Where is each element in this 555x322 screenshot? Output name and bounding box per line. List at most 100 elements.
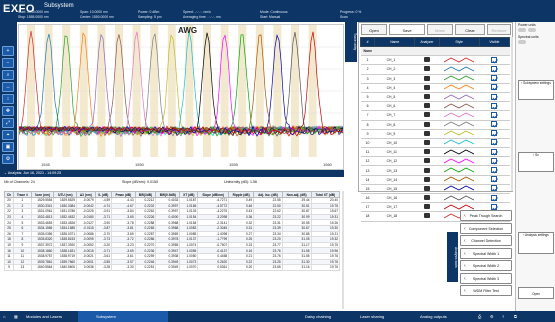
visible-checkbox[interactable] (491, 185, 498, 192)
trace-style-swatch[interactable] (443, 94, 475, 100)
trace-style-swatch[interactable] (443, 185, 475, 191)
analyzer-icon[interactable] (423, 57, 430, 63)
analysis-tools-tab[interactable]: Analysis tools (447, 232, 458, 282)
trace-style-swatch[interactable] (443, 167, 475, 173)
analyzer-icon[interactable] (423, 139, 430, 145)
trace-style-swatch[interactable] (443, 84, 475, 90)
daisy-chaining-tab[interactable]: Daisy chaining (305, 311, 331, 322)
modules-tab[interactable]: Modules and Lasers (26, 311, 62, 322)
visible-checkbox[interactable] (491, 130, 498, 137)
analyzer-icon[interactable] (423, 176, 430, 182)
trace-style-cell[interactable] (439, 74, 480, 84)
trace-style-cell[interactable] (439, 110, 480, 121)
trace-style-swatch[interactable] (443, 121, 475, 127)
trace-row[interactable]: 3 CH_3 (360, 74, 510, 84)
visible-checkbox[interactable] (491, 102, 498, 109)
trace-analyzer-cell[interactable] (414, 202, 440, 213)
trace-style-swatch[interactable] (443, 176, 475, 182)
analyzer-icon[interactable] (423, 185, 430, 191)
trace-row[interactable]: 16 CH_16 (360, 193, 510, 204)
trace-analyzer-cell[interactable] (414, 193, 440, 204)
trace-analyzer-cell[interactable] (414, 83, 440, 93)
trace-style-cell[interactable] (439, 175, 480, 185)
trace-row[interactable]: 11 CH_11 (360, 147, 510, 158)
trace-visible-cell[interactable] (479, 101, 510, 112)
visible-checkbox[interactable] (491, 194, 498, 201)
trace-visible-cell[interactable] (479, 92, 510, 103)
visible-checkbox[interactable] (491, 93, 498, 100)
trace-visible-cell[interactable] (479, 184, 510, 195)
trace-row[interactable]: 2 CH_2 (360, 64, 510, 75)
trace-row[interactable]: 10 CH_10 (360, 138, 510, 149)
trace-analyzer-cell[interactable] (414, 74, 440, 84)
trace-style-swatch[interactable] (443, 112, 475, 118)
analyzer-icon[interactable] (423, 84, 430, 90)
settings-button[interactable]: ⚙ (2, 154, 14, 164)
power-units-toggle[interactable] (518, 28, 526, 32)
pan-button[interactable]: ✥ (2, 106, 14, 116)
trace-style-swatch[interactable] (443, 139, 475, 145)
analyzer-icon[interactable] (423, 94, 430, 100)
analyzer-icon[interactable] (423, 121, 430, 127)
trace-visible-cell[interactable] (479, 83, 510, 93)
visible-checkbox[interactable] (491, 65, 498, 72)
analysis-tool-button[interactable]: ‹ Peak Trough Search (460, 210, 512, 221)
trace-analyzer-cell[interactable] (414, 55, 440, 66)
trace-analyzer-cell[interactable] (414, 175, 440, 185)
laser-sharing-tab[interactable]: Laser sharing (360, 311, 384, 322)
visible-checkbox[interactable] (491, 111, 498, 118)
trace-style-swatch[interactable] (443, 57, 475, 63)
trace-analyzer-cell[interactable] (414, 129, 440, 139)
trace-visible-cell[interactable] (479, 165, 510, 176)
trace-style-cell[interactable] (439, 165, 480, 176)
analysis-tool-button[interactable]: ‹ Spectral Width 1 (460, 247, 512, 259)
trace-analyzer-cell[interactable] (414, 138, 440, 149)
trace-style-swatch[interactable] (443, 158, 475, 164)
trace-visible-cell[interactable] (479, 129, 510, 139)
visible-checkbox[interactable] (491, 157, 498, 164)
analyzer-icon[interactable] (423, 167, 430, 173)
analysis-tool-button[interactable]: ‹ Spectral Width 3 (460, 272, 512, 284)
analyzer-icon[interactable] (423, 130, 430, 136)
trace-visible-cell[interactable] (479, 110, 510, 121)
trace-analyzer-cell[interactable] (414, 64, 440, 75)
copy-icon[interactable]: ⧉ (514, 311, 517, 322)
trace-visible-cell[interactable] (479, 120, 510, 130)
visible-checkbox[interactable] (491, 56, 498, 63)
trace-analyzer-cell[interactable] (414, 211, 440, 222)
visible-checkbox[interactable] (491, 176, 498, 183)
subsystem-tab[interactable]: Subsystem (78, 311, 168, 322)
save-button[interactable]: Save (389, 24, 425, 35)
trace-style-swatch[interactable] (443, 195, 475, 201)
trace-analyzer-cell[interactable] (414, 101, 440, 112)
analyzer-icon[interactable] (423, 204, 430, 210)
trace-visible-cell[interactable] (479, 74, 510, 84)
trace-style-cell[interactable] (439, 147, 480, 158)
trace-row[interactable]: 12 CH_12 (360, 156, 510, 167)
analog-outputs-tab[interactable]: Analog outputs (420, 311, 447, 322)
open-settings-button[interactable]: Open (518, 287, 554, 299)
fit-button[interactable]: ⤢ (2, 118, 14, 128)
zoom-x-button[interactable]: ↔ (2, 82, 14, 92)
zoom-y-button[interactable]: ↕ (2, 94, 14, 104)
trace-style-cell[interactable] (439, 92, 480, 103)
gear-icon[interactable]: ⚙ (490, 311, 494, 322)
trace-analyzer-cell[interactable] (414, 92, 440, 103)
move-button[interactable]: Move (427, 24, 453, 35)
trace-row[interactable]: 14 CH_14 (360, 175, 510, 185)
visible-checkbox[interactable] (491, 139, 498, 146)
trace-analyzer-cell[interactable] (414, 156, 440, 167)
trace-visible-cell[interactable] (479, 175, 510, 185)
trace-row[interactable]: 13 CH_13 (360, 165, 510, 176)
analyzer-icon[interactable] (423, 103, 430, 109)
trace-style-cell[interactable] (439, 101, 480, 112)
trace-visible-cell[interactable] (479, 55, 510, 66)
trace-row[interactable]: 5 CH_5 (360, 92, 510, 103)
zoom-box-button[interactable]: ⌕ (2, 70, 14, 80)
trace-row[interactable]: 8 CH_8 (360, 120, 510, 130)
trace-utility-tab[interactable]: Trace utility (345, 22, 357, 62)
trace-visible-cell[interactable] (479, 147, 510, 158)
trace-style-cell[interactable] (439, 83, 480, 93)
trace-visible-cell[interactable] (479, 64, 510, 75)
spectral-units-toggle[interactable] (518, 40, 526, 44)
